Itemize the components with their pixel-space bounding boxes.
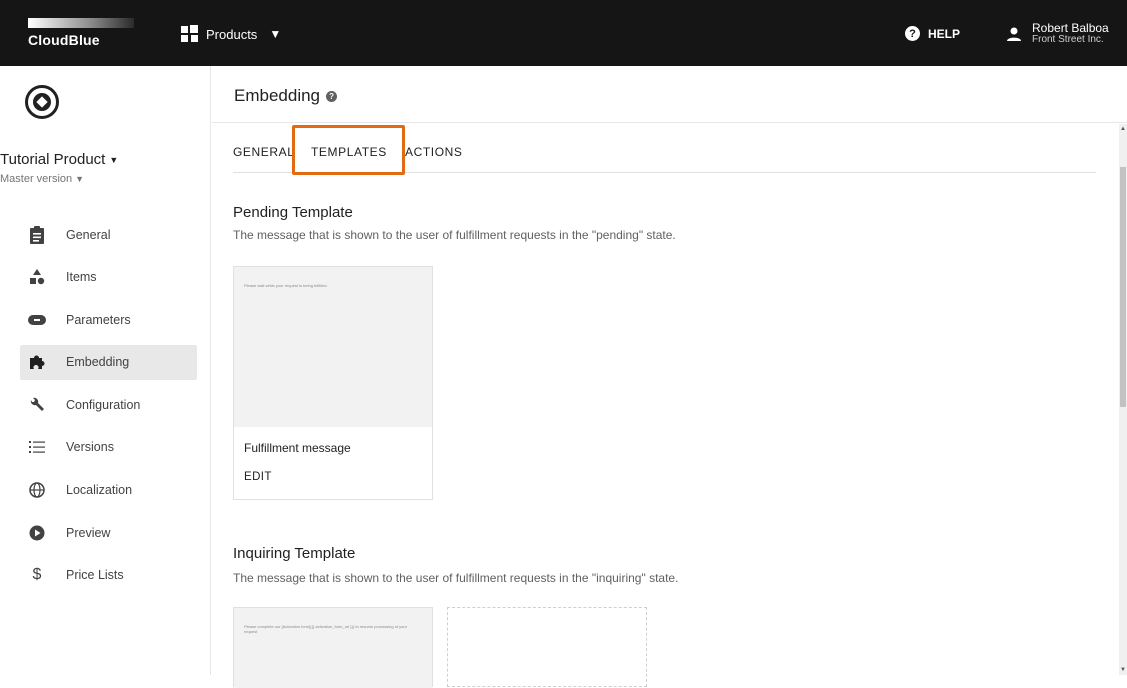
sidebar-item-label: Items [66, 270, 97, 285]
template-preview: Please complete our [Activation form]({{… [234, 608, 432, 688]
add-template-card[interactable] [447, 607, 647, 687]
scroll-down-icon[interactable]: ▼ [1120, 667, 1126, 673]
sidebar-item-items[interactable]: Items [20, 260, 197, 295]
products-grid-icon [181, 25, 198, 42]
sidebar-item-price-lists[interactable]: $ Price Lists [20, 558, 197, 593]
sidebar-item-label: Price Lists [66, 568, 124, 583]
help-icon: ? [905, 26, 920, 41]
template-preview-text: Please complete our [Activation form]({{… [244, 624, 407, 634]
caret-down-icon: ▼ [75, 174, 85, 184]
sidebar-item-embedding[interactable]: Embedding [20, 344, 197, 380]
tab-templates[interactable]: TEMPLATES [311, 145, 387, 159]
chevron-down-icon: ▼ [269, 27, 282, 41]
template-preview-text: Please wait while your request is being … [244, 283, 328, 288]
inquiring-template-card[interactable]: Please complete our [Activation form]({{… [233, 607, 433, 688]
pending-template-card[interactable]: Please wait while your request is being … [233, 266, 433, 500]
tab-general[interactable]: GENERAL [233, 145, 295, 159]
clipboard-icon [28, 225, 46, 244]
list-numbered-icon [28, 438, 46, 456]
product-version-dropdown[interactable]: Master version ▼ [0, 173, 84, 185]
pill-icon [28, 311, 46, 329]
sidebar-nav: General Items Parameters Embedding Confi… [20, 217, 197, 600]
help-button[interactable]: ? HELP [905, 26, 960, 41]
globe-icon [28, 481, 46, 499]
help-label: HELP [928, 26, 961, 41]
tab-bar: GENERAL TEMPLATES ACTIONS [233, 128, 1096, 173]
pending-template-description: The message that is shown to the user of… [233, 228, 676, 242]
sidebar-item-label: General [66, 227, 111, 242]
inquiring-template-title: Inquiring Template [233, 545, 356, 562]
sidebar-item-label: Configuration [66, 397, 141, 412]
top-app-bar: CloudBlue Products ▼ ? HELP Robert Balbo… [0, 0, 1127, 66]
sidebar: Tutorial Product ▼ Master version ▼ Gene… [0, 66, 211, 675]
cloudblue-logo[interactable]: CloudBlue [28, 18, 134, 48]
sidebar-item-preview[interactable]: Preview [20, 515, 197, 550]
inquiring-template-description: The message that is shown to the user of… [233, 571, 679, 585]
puzzle-icon [28, 353, 46, 371]
page-title: Embedding [234, 86, 321, 105]
sidebar-item-label: Preview [66, 525, 111, 540]
product-logo-icon [25, 85, 59, 119]
user-name: Robert Balboa [1032, 21, 1109, 35]
page-header: Embedding ? [212, 66, 1127, 123]
scrollbar[interactable]: ▲ ▼ [1119, 124, 1127, 675]
page-title-row: Embedding ? [234, 86, 338, 106]
sidebar-item-configuration[interactable]: Configuration [20, 387, 197, 422]
caret-down-icon: ▼ [109, 154, 119, 165]
scroll-thumb[interactable] [1120, 167, 1126, 407]
products-menu-button[interactable]: Products ▼ [180, 22, 281, 46]
logo-gradient-bar [28, 18, 134, 28]
template-preview: Please wait while your request is being … [234, 267, 432, 427]
pending-template-title: Pending Template [233, 204, 353, 221]
person-icon [1007, 27, 1021, 41]
shapes-icon [28, 268, 46, 286]
sidebar-item-general[interactable]: General [20, 217, 197, 252]
sidebar-item-label: Localization [66, 483, 133, 498]
sidebar-item-label: Versions [66, 440, 114, 455]
edit-button[interactable]: EDIT [244, 471, 272, 483]
product-name: Tutorial Product [0, 151, 106, 168]
scroll-up-icon[interactable]: ▲ [1120, 126, 1126, 132]
sidebar-item-localization[interactable]: Localization [20, 473, 197, 508]
logo-text: CloudBlue [28, 32, 100, 48]
play-circle-icon [28, 524, 46, 542]
sidebar-item-parameters[interactable]: Parameters [20, 302, 197, 337]
sidebar-item-versions[interactable]: Versions [20, 430, 197, 465]
wrench-icon [28, 396, 46, 414]
sidebar-item-label: Embedding [66, 355, 130, 370]
user-company: Front Street Inc. [1032, 34, 1104, 45]
help-icon[interactable]: ? [326, 90, 338, 102]
tab-actions[interactable]: ACTIONS [405, 145, 463, 159]
products-label: Products [206, 26, 258, 42]
dollar-icon: $ [32, 566, 42, 584]
product-version: Master version [0, 173, 73, 185]
sidebar-item-label: Parameters [66, 312, 131, 327]
template-card-title: Fulfillment message [244, 441, 351, 455]
product-name-dropdown[interactable]: Tutorial Product ▼ [0, 151, 118, 168]
user-menu[interactable]: Robert Balboa Front Street Inc. [1006, 22, 1109, 46]
